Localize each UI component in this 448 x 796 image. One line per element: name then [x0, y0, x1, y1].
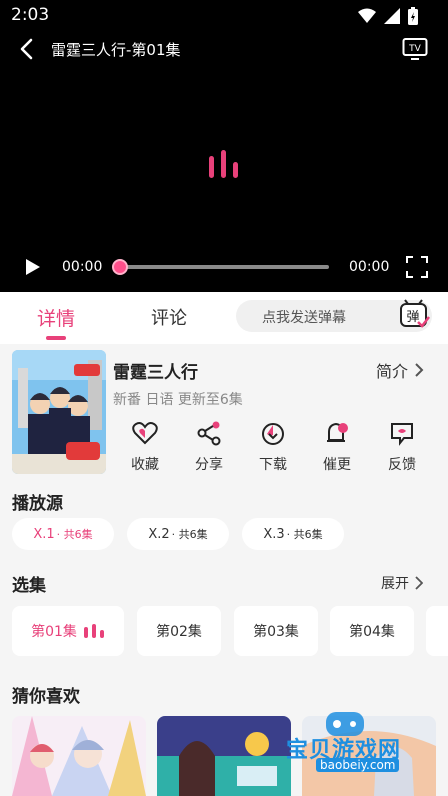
- player-controls: 00:00 00:00: [0, 250, 448, 284]
- episode-label: 第01集: [31, 624, 77, 640]
- episode-label: 第02集: [156, 624, 202, 640]
- total-time: 00:00: [349, 259, 390, 275]
- source-name: X.1: [33, 526, 55, 542]
- episode-card-04[interactable]: 第04集: [330, 606, 414, 656]
- intro-label: 简介: [376, 362, 409, 381]
- tab-details[interactable]: 详情: [37, 304, 75, 331]
- download-icon: [262, 423, 284, 445]
- video-title: 雷霆三人行-第01集: [51, 41, 181, 59]
- source-count: · 共6集: [171, 528, 208, 541]
- signal-icon: [384, 8, 400, 24]
- anime-title: 雷霆三人行: [113, 363, 198, 383]
- bell-icon: [327, 422, 348, 442]
- battery-icon: [408, 7, 418, 25]
- status-bar: 2:03: [0, 0, 448, 32]
- feedback-label: 反馈: [388, 457, 416, 473]
- watermark-url: baobeiy.com: [316, 758, 400, 772]
- loading-bars-icon: [209, 150, 238, 178]
- fullscreen-icon[interactable]: [406, 256, 428, 278]
- source-count: · 共6集: [286, 528, 323, 541]
- download-label: 下载: [259, 457, 287, 473]
- danmaku-placeholder: 点我发送弹幕: [262, 310, 346, 326]
- favorite-label: 收藏: [131, 457, 159, 473]
- source-name: X.3: [263, 526, 285, 542]
- action-row: 收藏 分享 下载 催更 反馈: [126, 420, 436, 476]
- expand-button[interactable]: 展开: [381, 573, 423, 593]
- recommend-card-1[interactable]: [12, 716, 146, 796]
- intro-button[interactable]: 简介: [376, 358, 424, 382]
- wifi-icon: [358, 8, 376, 23]
- anime-meta: 新番 日语 更新至6集: [113, 392, 243, 408]
- source-chip-x2[interactable]: X.2 · 共6集: [127, 518, 229, 550]
- feedback-button[interactable]: 反馈: [382, 420, 422, 474]
- video-player[interactable]: 2:03 雷霆三人行-第01集 TV 00:00 00:00: [0, 0, 448, 292]
- danmaku-toggle-icon[interactable]: 弹: [398, 298, 430, 330]
- anime-poster[interactable]: [12, 350, 106, 474]
- episode-label: 第04集: [349, 624, 395, 640]
- episode-section-title: 选集: [12, 576, 46, 596]
- urge-update-label: 催更: [323, 457, 351, 473]
- tv-cast-icon[interactable]: TV: [402, 37, 428, 61]
- app-root: 2:03 雷霆三人行-第01集 TV 00:00 00:00 详情 评论 点我发…: [0, 0, 448, 796]
- source-name: X.2: [148, 526, 170, 542]
- playing-bars-icon: [83, 624, 104, 638]
- download-button[interactable]: 下载: [253, 420, 293, 474]
- recommend-card-2[interactable]: [157, 716, 291, 796]
- chevron-right-icon: [415, 363, 424, 377]
- play-icon[interactable]: [24, 258, 42, 276]
- urge-update-button[interactable]: 催更: [317, 420, 357, 474]
- source-count: · 共6集: [56, 528, 93, 541]
- player-title-bar: 雷霆三人行-第01集 TV: [0, 32, 448, 66]
- status-time: 2:03: [11, 5, 50, 25]
- chevron-right-icon: [415, 576, 423, 590]
- episode-label: 第03集: [253, 624, 299, 640]
- source-section-title: 播放源: [12, 494, 63, 514]
- back-arrow-icon[interactable]: [16, 37, 40, 61]
- recommend-section-title: 猜你喜欢: [12, 687, 80, 707]
- feedback-icon: [391, 423, 413, 446]
- source-chip-x1[interactable]: X.1 · 共6集: [12, 518, 114, 550]
- tab-bar: 详情 评论 点我发送弹幕 弹: [0, 292, 448, 344]
- episode-card-01[interactable]: 第01集: [12, 606, 124, 656]
- tab-comments[interactable]: 评论: [151, 304, 187, 330]
- episode-card-more[interactable]: [426, 606, 448, 656]
- episode-card-03[interactable]: 第03集: [234, 606, 318, 656]
- share-icon: [197, 421, 221, 446]
- share-label: 分享: [195, 457, 223, 473]
- current-time: 00:00: [62, 259, 103, 275]
- svg-text:TV: TV: [408, 44, 421, 54]
- episode-card-02[interactable]: 第02集: [137, 606, 221, 656]
- source-chip-x3[interactable]: X.3 · 共6集: [242, 518, 344, 550]
- status-icons: [358, 7, 418, 25]
- favorite-button[interactable]: 收藏: [125, 420, 165, 474]
- progress-bar[interactable]: [112, 259, 329, 275]
- progress-knob[interactable]: [112, 259, 128, 275]
- share-button[interactable]: 分享: [189, 420, 229, 474]
- tab-active-indicator: [46, 336, 66, 340]
- heart-icon: [132, 422, 158, 445]
- details-panel: 雷霆三人行 简介 新番 日语 更新至6集 收藏 分享 下载 催更 反馈 播放源 …: [0, 344, 448, 796]
- expand-label: 展开: [381, 576, 409, 592]
